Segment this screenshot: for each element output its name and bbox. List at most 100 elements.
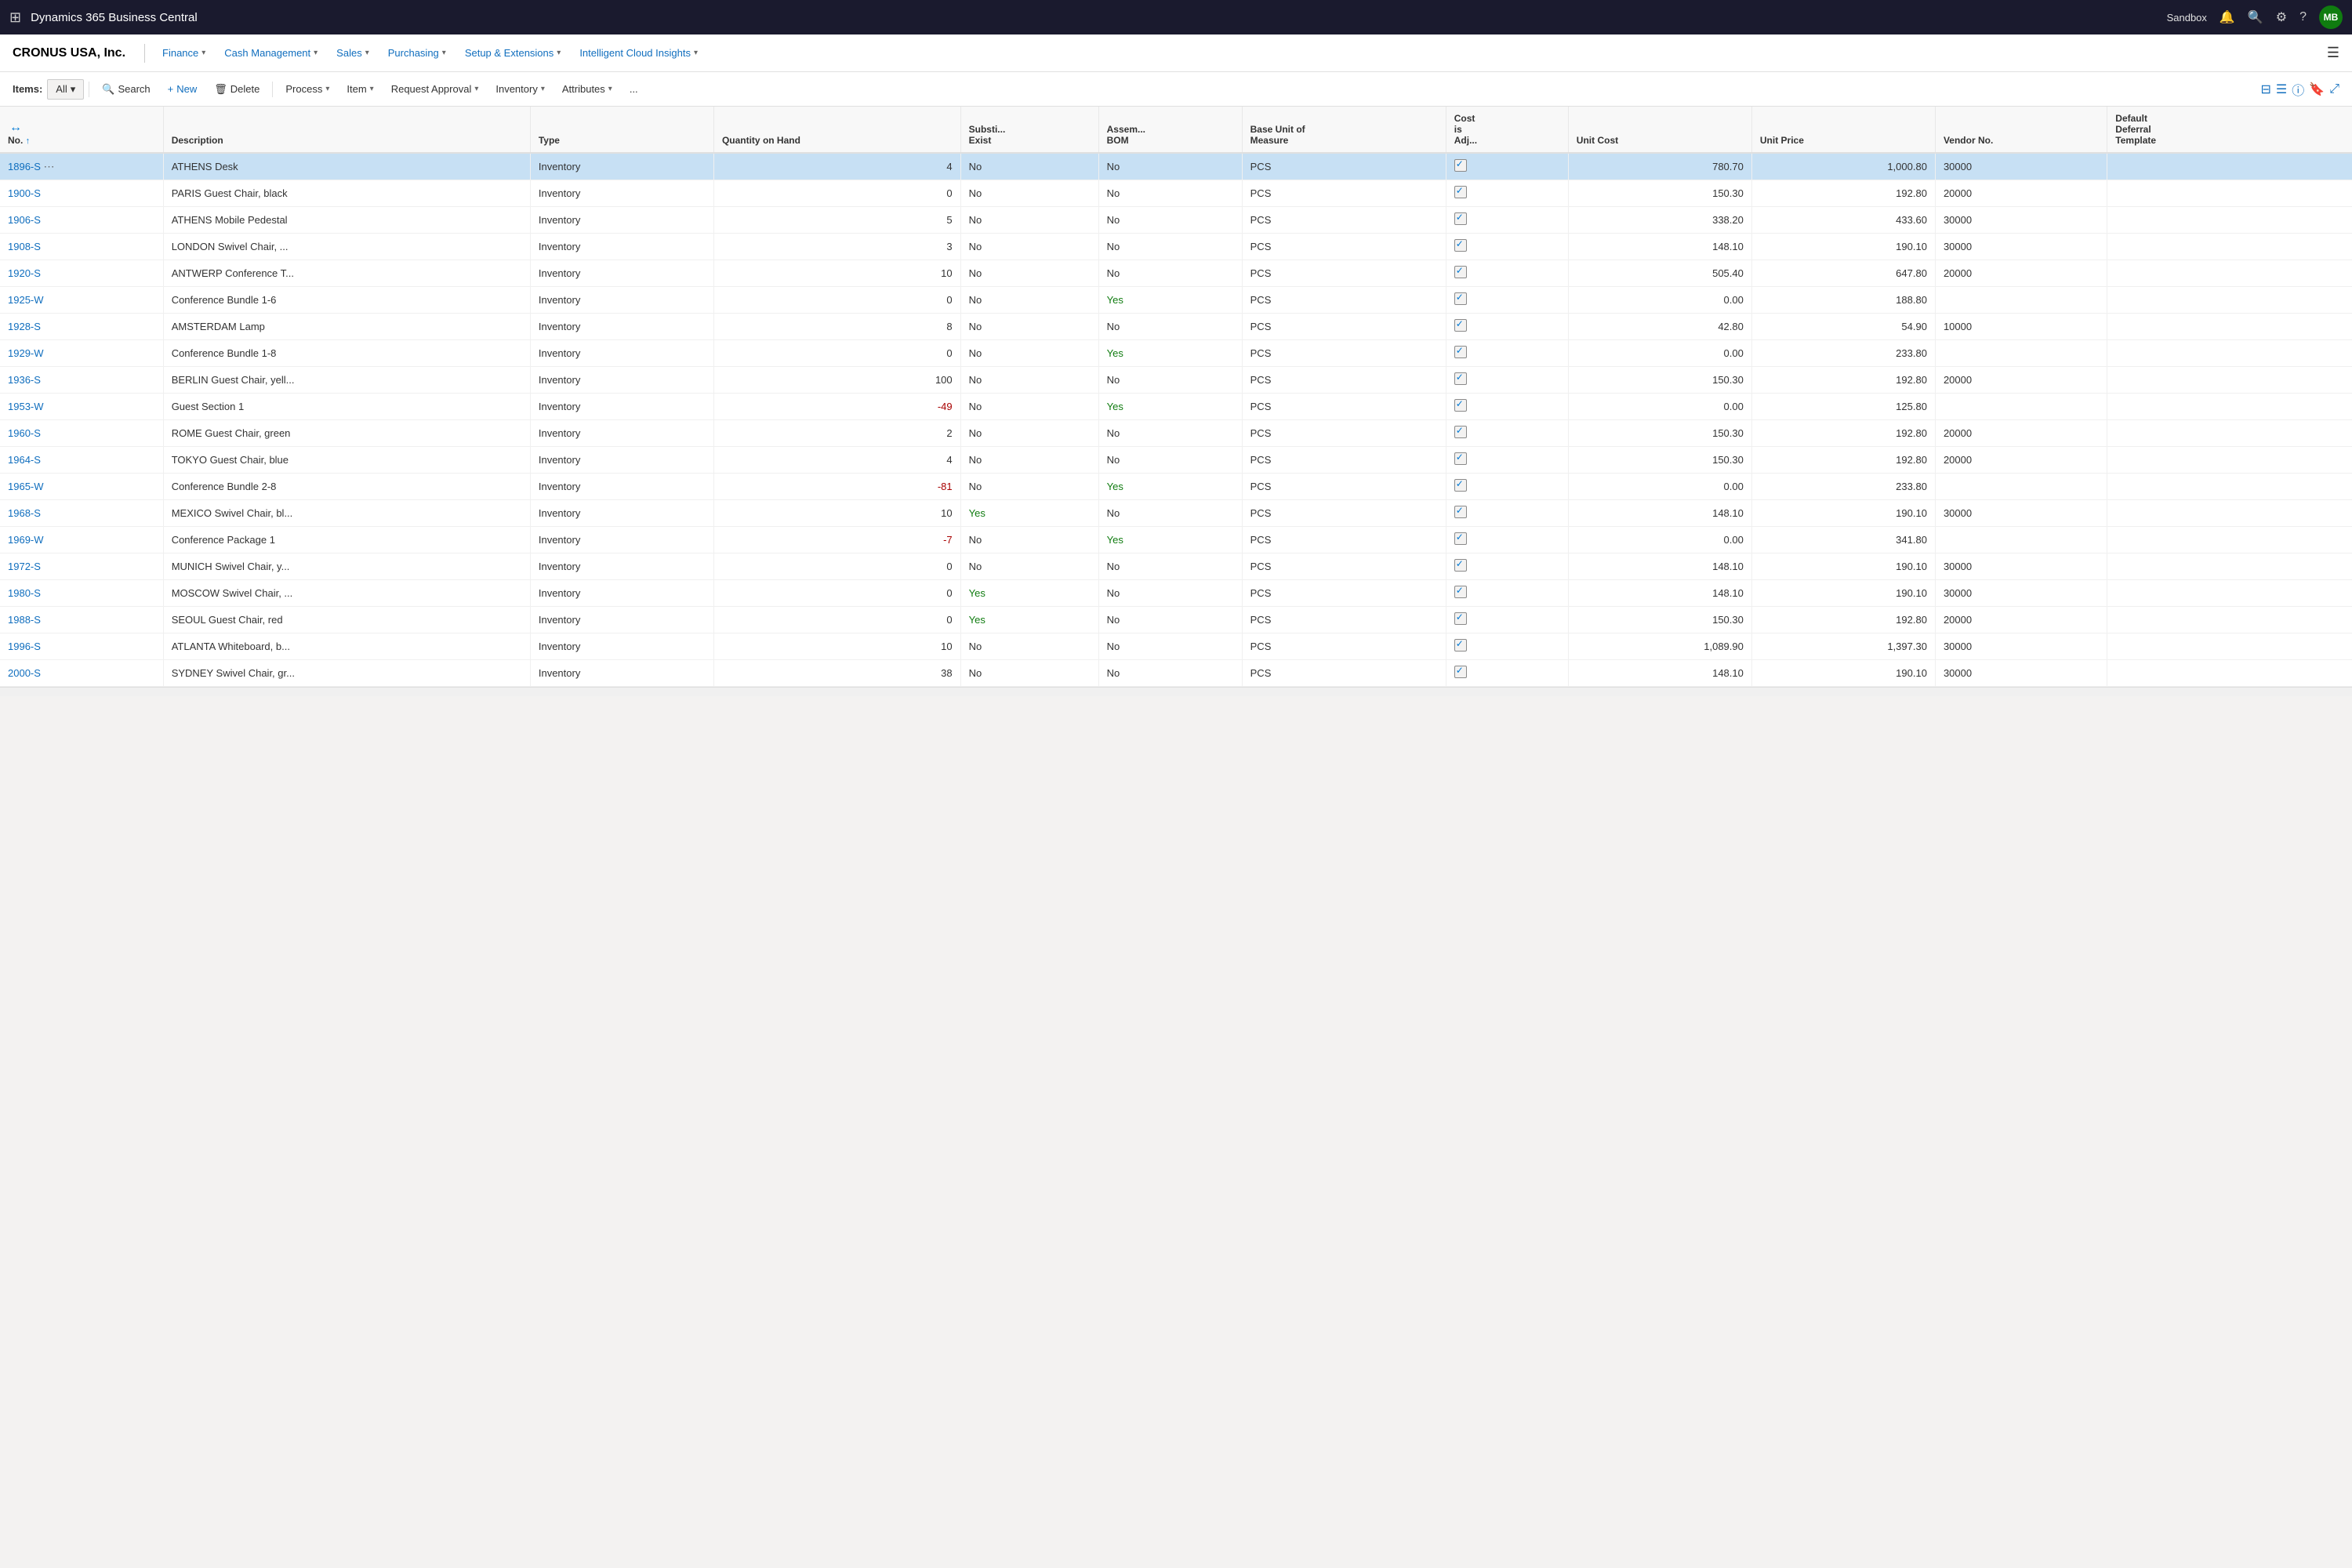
- help-icon[interactable]: ?: [2299, 10, 2307, 24]
- row-no[interactable]: 1968-S: [0, 500, 163, 527]
- row-unitprice: 192.80: [1751, 180, 1935, 207]
- hamburger-menu[interactable]: ☰: [2327, 45, 2339, 61]
- row-more-icon[interactable]: ⋯: [44, 160, 55, 172]
- filter-icon[interactable]: ⊟: [2261, 82, 2271, 97]
- menu-item-finance[interactable]: Finance ▾: [154, 42, 213, 64]
- table-row[interactable]: 1988-S SEOUL Guest Chair, red Inventory …: [0, 607, 2352, 633]
- table-row[interactable]: 1968-S MEXICO Swivel Chair, bl... Invent…: [0, 500, 2352, 527]
- search-button[interactable]: 🔍 Search: [94, 79, 158, 100]
- inventory-button[interactable]: Inventory ▾: [488, 79, 553, 99]
- col-header-base[interactable]: Base Unit ofMeasure: [1242, 107, 1446, 153]
- search-icon[interactable]: 🔍: [2248, 9, 2263, 25]
- table-row[interactable]: 1969-W Conference Package 1 Inventory -7…: [0, 527, 2352, 554]
- row-no[interactable]: 1964-S: [0, 447, 163, 474]
- menu-item-purchasing[interactable]: Purchasing ▾: [380, 42, 454, 64]
- col-header-no[interactable]: ↔ No. ↑: [0, 107, 163, 153]
- table-row[interactable]: 1965-W Conference Bundle 2-8 Inventory -…: [0, 474, 2352, 500]
- col-header-unitprice[interactable]: Unit Price: [1751, 107, 1935, 153]
- menu-item-setup[interactable]: Setup & Extensions ▾: [457, 42, 569, 64]
- col-header-subst[interactable]: Substi...Exist: [960, 107, 1098, 153]
- table-row[interactable]: 1980-S MOSCOW Swivel Chair, ... Inventor…: [0, 580, 2352, 607]
- row-no[interactable]: 1996-S: [0, 633, 163, 660]
- filter-dropdown[interactable]: All ▾: [47, 79, 84, 100]
- info-icon[interactable]: ⓘ: [2292, 80, 2304, 99]
- item-button[interactable]: Item ▾: [339, 79, 381, 99]
- row-no[interactable]: 1928-S: [0, 314, 163, 340]
- table-row[interactable]: 1928-S AMSTERDAM Lamp Inventory 8 No No …: [0, 314, 2352, 340]
- row-subst: No: [960, 447, 1098, 474]
- col-costadj-label: CostisAdj...: [1454, 113, 1560, 146]
- col-header-desc[interactable]: Description: [163, 107, 530, 153]
- row-subst: No: [960, 554, 1098, 580]
- list-icon[interactable]: ☰: [2276, 82, 2287, 97]
- row-no[interactable]: 1906-S: [0, 207, 163, 234]
- row-no[interactable]: 1896-S ⋯: [0, 153, 163, 180]
- table-row[interactable]: 1896-S ⋯ ATHENS Desk Inventory 4 No No P…: [0, 153, 2352, 180]
- row-assem: No: [1098, 580, 1242, 607]
- row-no[interactable]: 1920-S: [0, 260, 163, 287]
- row-base: PCS: [1242, 527, 1446, 554]
- row-no[interactable]: 1988-S: [0, 607, 163, 633]
- row-no[interactable]: 2000-S: [0, 660, 163, 687]
- table-row[interactable]: 1996-S ATLANTA Whiteboard, b... Inventor…: [0, 633, 2352, 660]
- row-type: Inventory: [530, 287, 713, 314]
- table-row[interactable]: 1972-S MUNICH Swivel Chair, y... Invento…: [0, 554, 2352, 580]
- delete-button[interactable]: 🗑 Delete: [206, 79, 267, 100]
- row-no[interactable]: 1980-S: [0, 580, 163, 607]
- row-no[interactable]: 1960-S: [0, 420, 163, 447]
- col-header-assem[interactable]: Assem...BOM: [1098, 107, 1242, 153]
- row-desc: Conference Package 1: [163, 527, 530, 554]
- row-deferral: [2107, 474, 2352, 500]
- process-button[interactable]: Process ▾: [278, 79, 337, 99]
- col-header-type[interactable]: Type: [530, 107, 713, 153]
- table-row[interactable]: 1900-S PARIS Guest Chair, black Inventor…: [0, 180, 2352, 207]
- resize-handle[interactable]: ↔: [8, 121, 24, 135]
- row-no[interactable]: 1936-S: [0, 367, 163, 394]
- table-row[interactable]: 1936-S BERLIN Guest Chair, yell... Inven…: [0, 367, 2352, 394]
- row-no[interactable]: 1972-S: [0, 554, 163, 580]
- col-header-deferral[interactable]: DefaultDeferralTemplate: [2107, 107, 2352, 153]
- row-desc: Conference Bundle 1-6: [163, 287, 530, 314]
- row-costadj: [1446, 340, 1568, 367]
- col-header-vendor[interactable]: Vendor No.: [1935, 107, 2107, 153]
- bell-icon[interactable]: 🔔: [2220, 9, 2235, 25]
- plus-icon: +: [168, 83, 174, 95]
- table-row[interactable]: 2000-S SYDNEY Swivel Chair, gr... Invent…: [0, 660, 2352, 687]
- horizontal-scrollbar[interactable]: [0, 687, 2352, 696]
- expand-icon[interactable]: ⤢: [2329, 82, 2339, 96]
- row-vendor: [1935, 474, 2107, 500]
- row-no[interactable]: 1908-S: [0, 234, 163, 260]
- row-no[interactable]: 1965-W: [0, 474, 163, 500]
- table-row[interactable]: 1960-S ROME Guest Chair, green Inventory…: [0, 420, 2352, 447]
- grid-icon[interactable]: ⊞: [9, 9, 21, 26]
- row-no[interactable]: 1969-W: [0, 527, 163, 554]
- table-row[interactable]: 1929-W Conference Bundle 1-8 Inventory 0…: [0, 340, 2352, 367]
- table-row[interactable]: 1908-S LONDON Swivel Chair, ... Inventor…: [0, 234, 2352, 260]
- table-row[interactable]: 1925-W Conference Bundle 1-6 Inventory 0…: [0, 287, 2352, 314]
- menu-item-sales[interactable]: Sales ▾: [328, 42, 377, 64]
- request-approval-button[interactable]: Request Approval ▾: [383, 79, 487, 99]
- table-row[interactable]: 1953-W Guest Section 1 Inventory -49 No …: [0, 394, 2352, 420]
- col-header-qty[interactable]: Quantity on Hand: [713, 107, 960, 153]
- row-unitcost: 148.10: [1568, 234, 1751, 260]
- more-button[interactable]: ...: [622, 79, 646, 99]
- table-row[interactable]: 1906-S ATHENS Mobile Pedestal Inventory …: [0, 207, 2352, 234]
- attributes-button[interactable]: Attributes ▾: [554, 79, 620, 99]
- row-type: Inventory: [530, 607, 713, 633]
- menu-item-cloud[interactable]: Intelligent Cloud Insights ▾: [572, 42, 706, 64]
- row-desc: MUNICH Swivel Chair, y...: [163, 554, 530, 580]
- row-no[interactable]: 1953-W: [0, 394, 163, 420]
- row-no[interactable]: 1925-W: [0, 287, 163, 314]
- bookmark-icon[interactable]: 🔖: [2309, 82, 2325, 97]
- row-no[interactable]: 1929-W: [0, 340, 163, 367]
- new-button[interactable]: + New: [160, 79, 205, 99]
- gear-icon[interactable]: ⚙: [2276, 9, 2287, 25]
- avatar[interactable]: MB: [2319, 5, 2343, 29]
- col-header-costadj[interactable]: CostisAdj...: [1446, 107, 1568, 153]
- col-header-unitcost[interactable]: Unit Cost: [1568, 107, 1751, 153]
- table-row[interactable]: 1964-S TOKYO Guest Chair, blue Inventory…: [0, 447, 2352, 474]
- menu-item-cash[interactable]: Cash Management ▾: [216, 42, 325, 64]
- row-unitprice: 192.80: [1751, 367, 1935, 394]
- table-row[interactable]: 1920-S ANTWERP Conference T... Inventory…: [0, 260, 2352, 287]
- row-no[interactable]: 1900-S: [0, 180, 163, 207]
